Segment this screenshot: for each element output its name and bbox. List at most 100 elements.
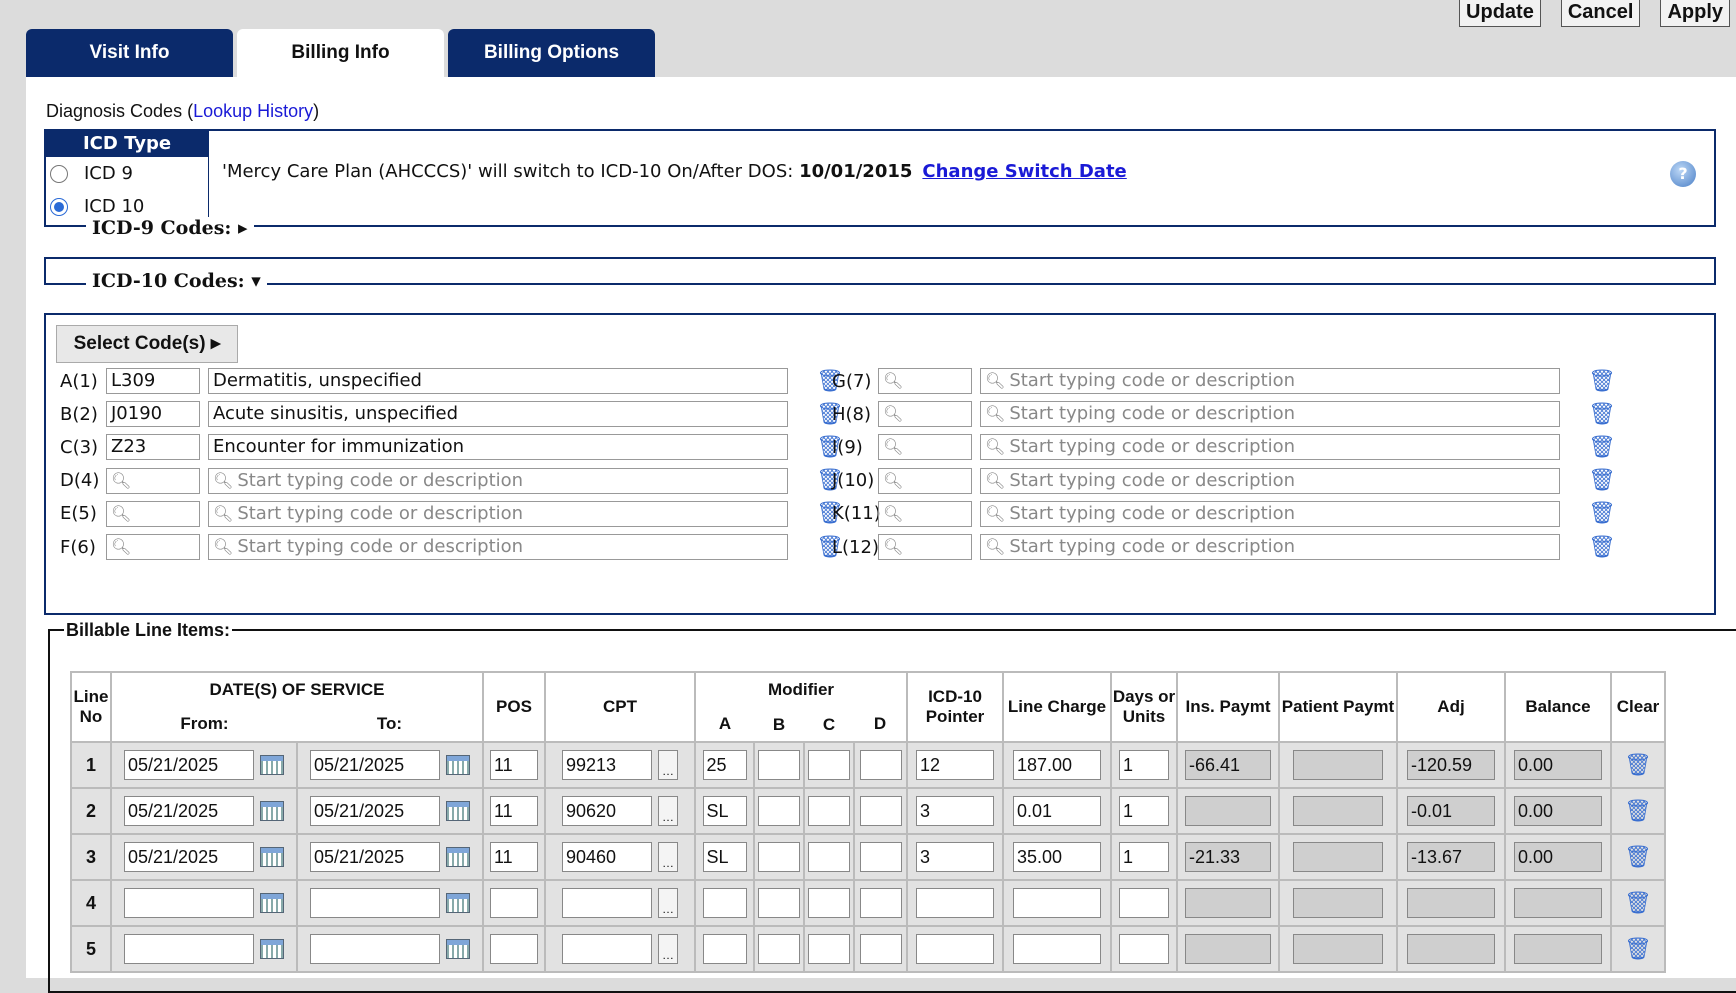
icd-code-input[interactable]: 🔍︎ <box>878 500 972 527</box>
modifier-d-input[interactable] <box>859 842 902 872</box>
modifier-b-input[interactable] <box>758 888 800 918</box>
modifier-d-input[interactable] <box>859 888 902 918</box>
icd10-pointer-input[interactable]: 12 <box>916 750 994 780</box>
to-date-input[interactable]: 05/21/2025 <box>310 842 440 872</box>
to-date-input[interactable] <box>310 888 440 918</box>
icd-description-input[interactable]: 🔍︎ Start typing code or description <box>980 434 1560 461</box>
modifier-c-input[interactable] <box>808 796 850 826</box>
icd-code-input[interactable]: 🔍︎ <box>106 534 200 560</box>
from-date-input[interactable] <box>124 934 254 964</box>
trash-icon[interactable]: 🗑︎ <box>1588 435 1616 460</box>
trash-icon[interactable]: 🗑︎ <box>1588 501 1616 526</box>
cpt-input[interactable]: 90460 <box>562 842 652 872</box>
pos-input[interactable]: 11 <box>490 750 538 780</box>
line-charge-input[interactable] <box>1013 888 1101 918</box>
tab-visit-info[interactable]: Visit Info <box>26 29 233 77</box>
modifier-a-input[interactable]: SL <box>702 796 747 826</box>
icd9-option[interactable]: ICD 9 <box>46 157 208 190</box>
cpt-input[interactable] <box>562 888 652 918</box>
units-input[interactable]: 1 <box>1119 842 1169 872</box>
trash-icon[interactable]: 🗑︎ <box>1588 402 1616 427</box>
tab-billing-info[interactable]: Billing Info <box>237 29 444 77</box>
cpt-lookup-button[interactable]: … <box>658 888 678 918</box>
update-button[interactable]: Update <box>1459 0 1541 27</box>
to-date-input[interactable]: 05/21/2025 <box>310 796 440 826</box>
icd-description-input[interactable]: Encounter for immunization <box>208 434 788 461</box>
icd-code-input[interactable]: 🔍︎ <box>106 500 200 527</box>
to-date-input[interactable]: 05/21/2025 <box>310 750 440 780</box>
calendar-icon[interactable] <box>260 893 284 913</box>
cpt-lookup-button[interactable]: … <box>658 842 678 872</box>
from-date-input[interactable]: 05/21/2025 <box>124 842 254 872</box>
cpt-lookup-button[interactable]: … <box>658 796 678 826</box>
modifier-d-input[interactable] <box>859 750 902 780</box>
line-charge-input[interactable] <box>1013 934 1101 964</box>
modifier-a-input[interactable] <box>702 934 747 964</box>
cpt-input[interactable] <box>562 934 652 964</box>
cpt-input[interactable]: 99213 <box>562 750 652 780</box>
modifier-c-input[interactable] <box>808 934 850 964</box>
icd-description-input[interactable]: Acute sinusitis, unspecified <box>208 401 788 428</box>
icd10-pointer-input[interactable] <box>916 934 994 964</box>
tab-billing-options[interactable]: Billing Options <box>448 29 655 77</box>
pos-input[interactable]: 11 <box>490 842 538 872</box>
line-charge-input[interactable]: 0.01 <box>1013 796 1101 826</box>
icd9-codes-heading[interactable]: ICD-9 Codes: ▸ <box>86 217 254 239</box>
modifier-b-input[interactable] <box>758 934 800 964</box>
select-codes-button[interactable]: Select Code(s) ▸ <box>56 325 238 363</box>
modifier-a-input[interactable]: SL <box>702 842 747 872</box>
modifier-c-input[interactable] <box>808 888 850 918</box>
calendar-icon[interactable] <box>446 939 470 959</box>
icd-description-input[interactable]: 🔍︎ Start typing code or description <box>980 534 1560 560</box>
modifier-b-input[interactable] <box>758 796 800 826</box>
units-input[interactable]: 1 <box>1119 796 1169 826</box>
icd-code-input[interactable]: 🔍︎ <box>878 401 972 428</box>
modifier-d-input[interactable] <box>859 934 902 964</box>
calendar-icon[interactable] <box>446 847 470 867</box>
icd-code-input[interactable]: 🔍︎ <box>878 434 972 461</box>
calendar-icon[interactable] <box>260 939 284 959</box>
cpt-lookup-button[interactable]: … <box>658 750 678 780</box>
trash-icon[interactable]: 🗑︎ <box>1624 890 1652 915</box>
line-charge-input[interactable]: 35.00 <box>1013 842 1101 872</box>
trash-icon[interactable]: 🗑︎ <box>1588 535 1616 560</box>
pos-input[interactable]: 11 <box>490 796 538 826</box>
cancel-button[interactable]: Cancel <box>1560 0 1641 27</box>
modifier-d-input[interactable] <box>859 796 902 826</box>
calendar-icon[interactable] <box>446 801 470 821</box>
from-date-input[interactable]: 05/21/2025 <box>124 750 254 780</box>
icd-code-input[interactable]: 🔍︎ <box>878 467 972 494</box>
lookup-history-link[interactable]: Lookup History <box>193 101 313 121</box>
help-icon[interactable]: ? <box>1670 161 1696 187</box>
trash-icon[interactable]: 🗑︎ <box>1624 936 1652 961</box>
from-date-input[interactable]: 05/21/2025 <box>124 796 254 826</box>
icd-code-input[interactable]: L309 <box>106 368 200 394</box>
modifier-a-input[interactable]: 25 <box>702 750 747 780</box>
calendar-icon[interactable] <box>260 801 284 821</box>
icd-description-input[interactable]: 🔍︎ Start typing code or description <box>980 401 1560 428</box>
trash-icon[interactable]: 🗑︎ <box>1624 752 1652 777</box>
pos-input[interactable] <box>490 888 538 918</box>
trash-icon[interactable]: 🗑︎ <box>1588 369 1616 394</box>
icd-description-input[interactable]: Dermatitis, unspecified <box>208 368 788 394</box>
calendar-icon[interactable] <box>260 755 284 775</box>
icd-code-input[interactable]: 🔍︎ <box>106 467 200 494</box>
to-date-input[interactable] <box>310 934 440 964</box>
calendar-icon[interactable] <box>446 893 470 913</box>
apply-button[interactable]: Apply <box>1660 0 1730 27</box>
calendar-icon[interactable] <box>260 847 284 867</box>
icd-code-input[interactable]: 🔍︎ <box>878 534 972 560</box>
trash-icon[interactable]: 🗑︎ <box>1624 798 1652 823</box>
icd10-pointer-input[interactable] <box>916 888 994 918</box>
icd10-pointer-input[interactable]: 3 <box>916 796 994 826</box>
icd10-codes-heading[interactable]: ICD-10 Codes: ▾ <box>86 270 267 292</box>
from-date-input[interactable] <box>124 888 254 918</box>
icd-description-input[interactable]: 🔍︎ Start typing code or description <box>980 500 1560 527</box>
modifier-b-input[interactable] <box>758 750 800 780</box>
modifier-a-input[interactable] <box>702 888 747 918</box>
icd-description-input[interactable]: 🔍︎ Start typing code or description <box>208 534 788 560</box>
icd-description-input[interactable]: 🔍︎ Start typing code or description <box>980 467 1560 494</box>
icd-description-input[interactable]: 🔍︎ Start typing code or description <box>208 500 788 527</box>
modifier-c-input[interactable] <box>808 842 850 872</box>
icd-code-input[interactable]: 🔍︎ <box>878 368 972 394</box>
